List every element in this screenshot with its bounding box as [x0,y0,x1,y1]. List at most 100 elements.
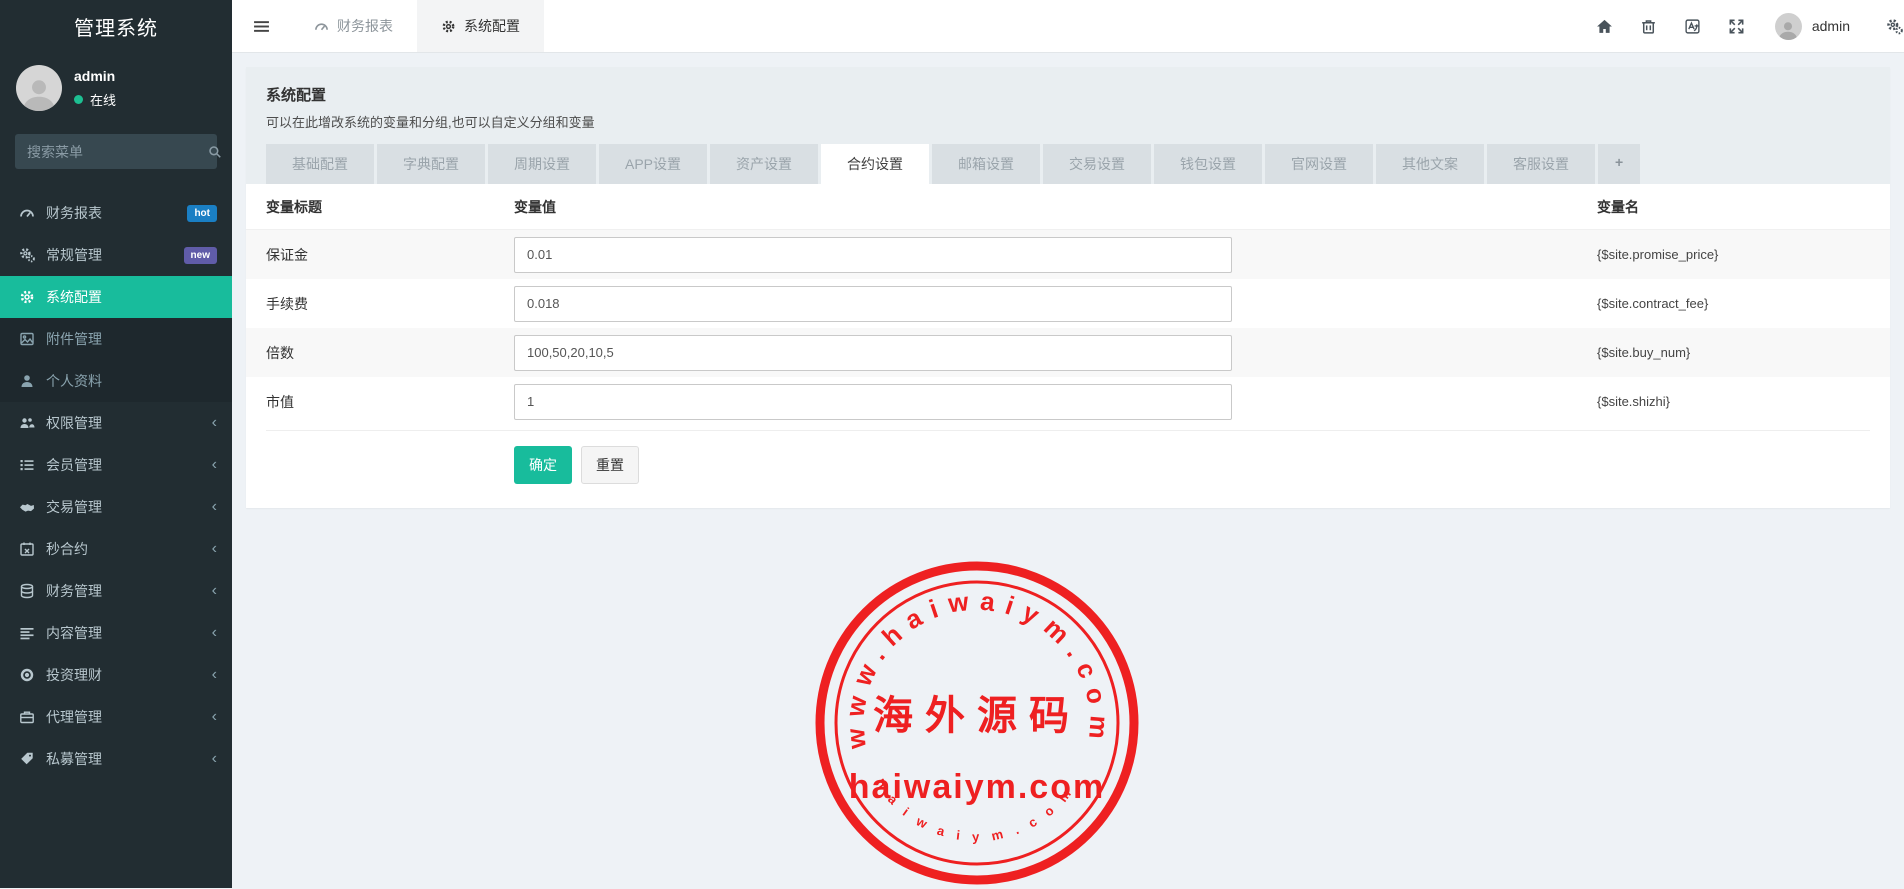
table-row: 手续费 {$site.contract_fee} [246,279,1890,328]
navbar-user-name[interactable]: admin [1812,18,1850,34]
sidebar-item-attachments[interactable]: 附件管理 [0,318,232,360]
tab-asset-settings[interactable]: 资产设置 [710,144,818,184]
search-icon[interactable] [208,145,222,159]
var-title: 手续费 [266,294,514,314]
chevron-left-icon: ‹ [212,457,217,473]
trash-icon[interactable] [1627,18,1671,35]
home-icon[interactable] [1583,18,1627,35]
sidebar-search[interactable] [15,134,217,169]
chevron-left-icon: ‹ [212,415,217,431]
settings-gears-icon[interactable] [1872,18,1904,35]
var-name: {$site.buy_num} [1597,345,1870,360]
chevron-left-icon: ‹ [212,751,217,767]
avatar [16,65,62,111]
page-subtitle: 可以在此增改系统的变量和分组,也可以自定义分组和变量 [266,112,1870,131]
tab-dictionary-config[interactable]: 字典配置 [377,144,485,184]
sidebar-item-permissions[interactable]: 权限管理 ‹ [0,402,232,444]
sidebar: 管理系统 admin 在线 财务报表 hot 常规管理 new [0,0,232,888]
dot-circle-icon [18,667,35,684]
sidebar-item-profile[interactable]: 个人资料 [0,360,232,402]
tab-app-settings[interactable]: APP设置 [599,144,707,184]
tab-wallet-settings[interactable]: 钱包设置 [1154,144,1262,184]
navbar-tab-system-config[interactable]: 系统配置 [417,0,544,52]
add-tab-button[interactable]: + [1598,144,1640,184]
var-title: 市值 [266,392,514,412]
chevron-left-icon: ‹ [212,709,217,725]
sidebar-item-finance-report[interactable]: 财务报表 hot [0,192,232,234]
tab-website-settings[interactable]: 官网设置 [1265,144,1373,184]
chevron-left-icon: ‹ [212,667,217,683]
tab-period-settings[interactable]: 周期设置 [488,144,596,184]
new-badge: new [184,247,217,264]
tab-email-settings[interactable]: 邮箱设置 [932,144,1040,184]
sidebar-item-system-config[interactable]: 系统配置 [0,276,232,318]
table-row: 市值 {$site.shizhi} [246,377,1890,426]
gear-icon [441,19,456,34]
gauge-icon [18,205,35,222]
sidebar-item-content[interactable]: 内容管理 ‹ [0,612,232,654]
page-title: 系统配置 [266,84,1870,105]
align-left-icon [18,625,35,642]
table-row: 保证金 {$site.promise_price} [246,230,1890,279]
sidebar-item-second-contract[interactable]: 秒合约 ‹ [0,528,232,570]
sidebar-item-finance-admin[interactable]: 财务管理 ‹ [0,570,232,612]
navbar-right: admin [1583,0,1904,52]
table-row: 倍数 {$site.buy_num} [246,328,1890,377]
user-status-label: 在线 [90,90,116,109]
users-icon [18,415,35,432]
online-status-dot [74,95,83,104]
sidebar-item-agents[interactable]: 代理管理 ‹ [0,696,232,738]
shizhi-input[interactable] [514,384,1232,420]
handshake-icon [18,499,35,516]
contract-fee-input[interactable] [514,286,1232,322]
user-panel: admin 在线 [0,53,232,121]
hot-badge: hot [187,205,217,222]
top-navbar: 财务报表 系统配置 admin [232,0,1904,53]
chevron-left-icon: ‹ [212,583,217,599]
user-name: admin [74,68,116,84]
tab-contract-settings[interactable]: 合约设置 [821,144,929,184]
tab-basic-config[interactable]: 基础配置 [266,144,374,184]
var-title: 保证金 [266,245,514,265]
chevron-left-icon: ‹ [212,625,217,641]
chevron-left-icon: ‹ [212,499,217,515]
sidebar-item-trading[interactable]: 交易管理 ‹ [0,486,232,528]
var-name: {$site.promise_price} [1597,247,1870,262]
reset-button[interactable]: 重置 [581,446,639,484]
tab-support-settings[interactable]: 客服设置 [1487,144,1595,184]
tab-trade-settings[interactable]: 交易设置 [1043,144,1151,184]
database-icon [18,583,35,600]
cogs-icon [18,247,35,264]
chevron-left-icon: ‹ [212,541,217,557]
confirm-button[interactable]: 确定 [514,446,572,484]
var-name: {$site.contract_fee} [1597,296,1870,311]
gear-icon [18,289,35,306]
var-name: {$site.shizhi} [1597,394,1870,409]
translate-icon[interactable] [1671,18,1715,35]
navbar-tab-finance-report[interactable]: 财务报表 [290,0,417,52]
list-icon [18,457,35,474]
card-header: 系统配置 可以在此增改系统的变量和分组,也可以自定义分组和变量 基础配置 字典配… [246,67,1890,184]
fullscreen-icon[interactable] [1715,18,1759,35]
promise-price-input[interactable] [514,237,1232,273]
main-content: 系统配置 可以在此增改系统的变量和分组,也可以自定义分组和变量 基础配置 字典配… [232,53,1904,888]
tags-icon [18,751,35,768]
sidebar-item-members[interactable]: 会员管理 ‹ [0,444,232,486]
sidebar-item-general-admin[interactable]: 常规管理 new [0,234,232,276]
sidebar-item-investment[interactable]: 投资理财 ‹ [0,654,232,696]
buy-num-input[interactable] [514,335,1232,371]
config-tabs: 基础配置 字典配置 周期设置 APP设置 资产设置 合约设置 邮箱设置 交易设置… [266,144,1870,184]
gauge-icon [314,19,329,34]
avatar[interactable] [1775,13,1802,40]
sidebar-item-private-fund[interactable]: 私募管理 ‹ [0,738,232,780]
sidebar-menu: 财务报表 hot 常规管理 new 系统配置 附件管理 个人资料 权限管理 ‹ … [0,182,232,780]
file-image-icon [18,331,35,348]
table-header: 变量标题 变量值 变量名 [246,184,1890,230]
calendar-icon [18,541,35,558]
var-title: 倍数 [266,343,514,363]
sidebar-toggle-button[interactable] [232,0,290,52]
app-title: 管理系统 [0,0,232,53]
tab-other-copy[interactable]: 其他文案 [1376,144,1484,184]
search-input[interactable] [27,144,208,160]
card-footer: 确定 重置 [246,431,1890,508]
